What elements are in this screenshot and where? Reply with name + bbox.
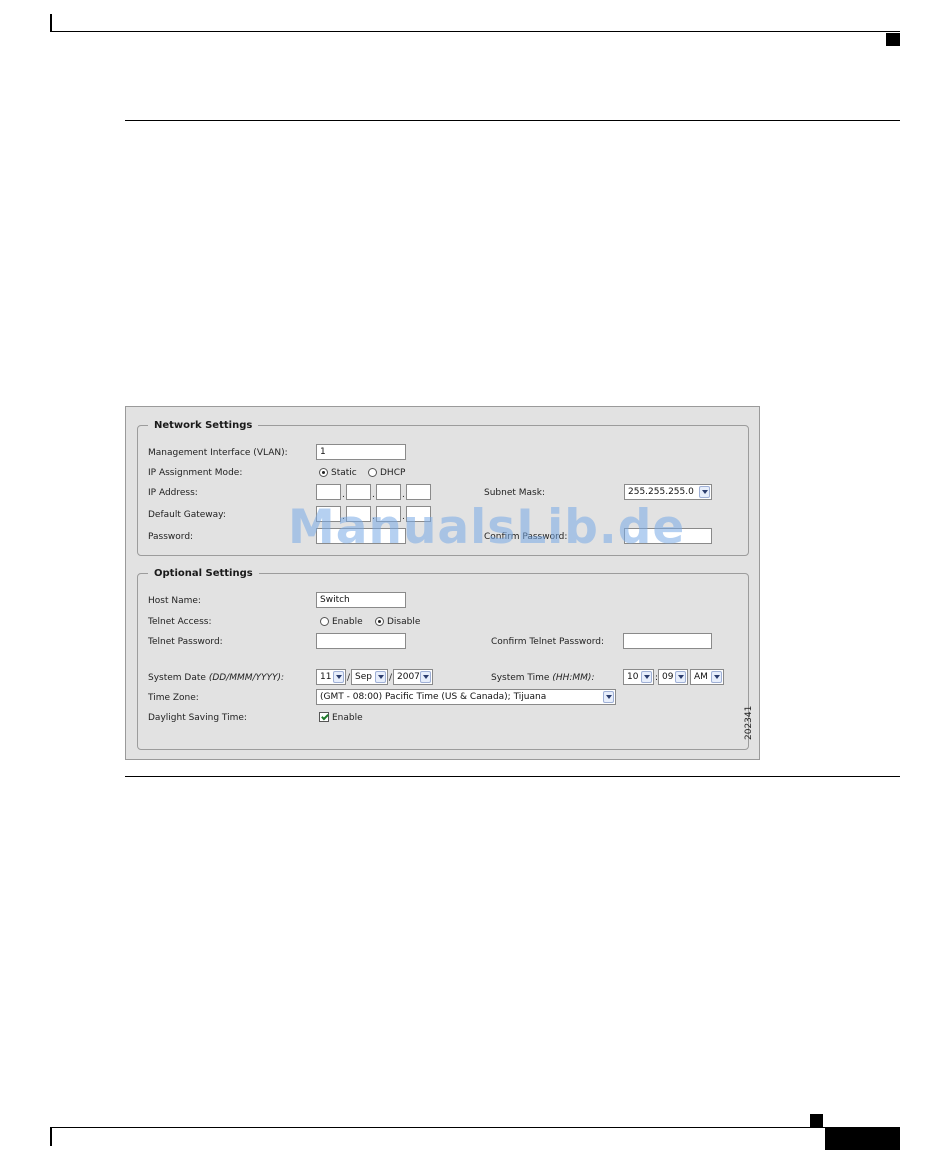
- telnet-enable-radio[interactable]: [320, 617, 329, 626]
- confirm-telnet-password-label: Confirm Telnet Password:: [491, 637, 605, 647]
- subnet-mask-label: Subnet Mask:: [484, 488, 545, 498]
- date-day-select[interactable]: 11: [316, 669, 346, 685]
- mgmt-interface-input[interactable]: 1: [316, 444, 406, 460]
- host-name-label: Host Name:: [148, 596, 201, 606]
- optional-settings-legend: Optional Settings: [154, 568, 253, 579]
- date-day-value: 11: [320, 672, 332, 682]
- dst-label: Daylight Saving Time:: [148, 713, 247, 723]
- date-year-select[interactable]: 2007: [393, 669, 433, 685]
- chevron-down-icon[interactable]: [603, 691, 614, 703]
- telnet-disable-radio[interactable]: [375, 617, 384, 626]
- time-zone-select[interactable]: (GMT - 08:00) Pacific Time (US & Canada)…: [316, 689, 616, 705]
- default-gateway-label: Default Gateway:: [148, 510, 226, 520]
- time-minute-select[interactable]: 09: [658, 669, 688, 685]
- time-zone-value: (GMT - 08:00) Pacific Time (US & Canada)…: [320, 692, 547, 702]
- time-hour-select[interactable]: 10: [623, 669, 654, 685]
- ip-octet-1-input[interactable]: [316, 484, 341, 500]
- password-label: Password:: [148, 532, 194, 542]
- subnet-mask-value: 255.255.255.0: [628, 487, 694, 497]
- ip-octet-3-input[interactable]: [376, 484, 401, 500]
- time-hour-value: 10: [627, 672, 639, 682]
- chevron-down-icon[interactable]: [333, 671, 344, 683]
- system-time-label: System Time (HH:MM):: [491, 672, 594, 684]
- watermark: ManualsLib.de: [288, 500, 686, 555]
- figure-top-rule: [125, 120, 900, 121]
- dst-enable-checkbox[interactable]: [319, 712, 329, 722]
- telnet-password-label: Telnet Password:: [148, 637, 223, 647]
- time-ampm-select[interactable]: AM: [690, 669, 724, 685]
- ip-mode-dhcp-label: DHCP: [380, 468, 406, 478]
- footer-rule: [50, 1127, 900, 1128]
- ip-mode-dhcp-radio[interactable]: [368, 468, 377, 477]
- system-date-format: (DD/MMM/YYYY):: [208, 673, 285, 683]
- confirm-telnet-password-input[interactable]: [623, 633, 712, 649]
- chevron-down-icon[interactable]: [641, 671, 652, 683]
- system-date-label: System Date (DD/MMM/YYYY):: [148, 672, 284, 684]
- date-month-select[interactable]: Sep: [351, 669, 388, 685]
- header-crop-mark-left: [50, 14, 52, 32]
- chevron-down-icon[interactable]: [675, 671, 686, 683]
- figure-bottom-rule: [125, 776, 900, 777]
- chevron-down-icon[interactable]: [699, 486, 710, 498]
- figure-number-text: 202341: [744, 705, 754, 740]
- time-ampm-value: AM: [694, 672, 708, 682]
- date-separator: /: [389, 673, 393, 683]
- ip-mode-static-radio[interactable]: [319, 468, 328, 477]
- ip-octet-4-input[interactable]: [406, 484, 431, 500]
- network-settings-legend: Network Settings: [154, 420, 253, 431]
- page-number-tab: [825, 1128, 900, 1150]
- telnet-disable-label: Disable: [387, 617, 421, 627]
- date-month-value: Sep: [355, 672, 372, 682]
- ip-mode-static-label: Static: [331, 468, 357, 478]
- footer-crop-mark-left: [50, 1128, 52, 1146]
- host-name-input[interactable]: Switch: [316, 592, 406, 608]
- telnet-access-label: Telnet Access:: [148, 617, 212, 627]
- subnet-mask-select[interactable]: 255.255.255.0: [624, 484, 712, 500]
- mgmt-interface-label: Management Interface (VLAN):: [148, 448, 288, 458]
- ip-address-label: IP Address:: [148, 488, 198, 498]
- time-zone-label: Time Zone:: [148, 693, 199, 703]
- ip-mode-label: IP Assignment Mode:: [148, 468, 243, 478]
- telnet-enable-label: Enable: [332, 617, 363, 627]
- system-time-label-text: System Time: [491, 673, 550, 683]
- system-date-label-text: System Date: [148, 673, 206, 683]
- date-separator: /: [347, 673, 351, 683]
- footer-corner-block: [810, 1114, 823, 1127]
- header-corner-block: [886, 33, 900, 46]
- chevron-down-icon[interactable]: [711, 671, 722, 683]
- system-time-format: (HH:MM):: [552, 673, 595, 683]
- date-year-value: 2007: [397, 672, 420, 682]
- settings-panel: Network Settings Management Interface (V…: [125, 406, 760, 760]
- chevron-down-icon[interactable]: [375, 671, 386, 683]
- time-minute-value: 09: [662, 672, 674, 682]
- telnet-password-input[interactable]: [316, 633, 406, 649]
- header-rule: [50, 31, 900, 32]
- chevron-down-icon[interactable]: [420, 671, 431, 683]
- ip-octet-2-input[interactable]: [346, 484, 371, 500]
- dst-enable-label: Enable: [332, 713, 363, 723]
